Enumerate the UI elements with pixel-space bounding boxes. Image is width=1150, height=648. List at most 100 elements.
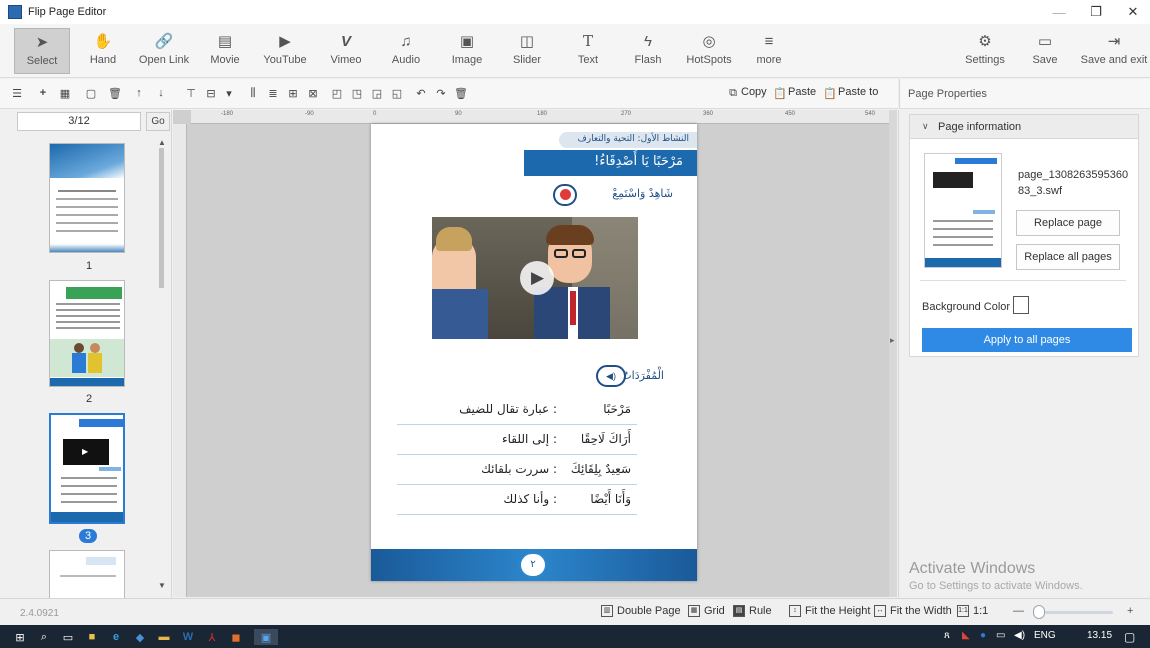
save-and-exit-button[interactable]: ⇥ Save and exit — [1080, 28, 1148, 74]
people-icon[interactable]: ጸ — [944, 630, 950, 641]
zoom-out-button[interactable]: — — [1013, 605, 1024, 617]
actual-size-button[interactable]: 1:1 1:1 — [957, 605, 988, 617]
page-thumbnail-4[interactable] — [49, 550, 125, 598]
youtube-button[interactable]: ▶ YouTube — [257, 28, 313, 74]
search-icon[interactable]: ⌕ — [36, 629, 52, 645]
pdf-icon[interactable]: ⅄ — [204, 629, 220, 645]
apply-to-all-pages-button[interactable]: Apply to all pages — [922, 328, 1132, 352]
bluetooth-icon[interactable]: ● — [980, 630, 986, 641]
align-top-icon[interactable]: ⊤ — [184, 86, 198, 100]
thumb-text-line — [933, 244, 993, 246]
replace-all-pages-button[interactable]: Replace all pages — [1016, 244, 1120, 270]
character-left-suit — [432, 289, 488, 339]
collapse-arrow-icon[interactable]: ▸ — [890, 335, 895, 346]
minimize-button[interactable]: — — [1039, 0, 1079, 24]
replace-page-button[interactable]: Replace page — [1016, 210, 1120, 236]
speaker-icon[interactable]: ◀) — [596, 365, 626, 387]
save-button[interactable]: ▭ Save — [1017, 28, 1073, 74]
windows-start-icon[interactable]: ⊞ — [12, 629, 28, 645]
send-backward-icon[interactable]: ◲ — [370, 86, 384, 100]
insert-page-icon[interactable]: ▦ — [58, 86, 72, 100]
paste-to-button[interactable]: Paste to — [838, 86, 878, 98]
delete-page-icon[interactable]: 🗑 — [108, 86, 122, 100]
bring-front-icon[interactable]: ◰ — [330, 86, 344, 100]
app-icon-1[interactable]: ◆ — [132, 629, 148, 645]
actual-size-label: 1:1 — [973, 605, 989, 617]
scroll-up-icon[interactable]: ▲ — [158, 138, 166, 147]
video-frame[interactable]: ▶ — [432, 217, 638, 339]
thumbnail-scrollbar[interactable]: ▲ ▼ — [158, 138, 166, 593]
notification-icon[interactable]: ▢ — [1124, 630, 1135, 644]
clock[interactable]: 13.15 — [1087, 630, 1112, 641]
page-number-input[interactable]: 3/12 — [17, 112, 141, 131]
add-page-icon[interactable]: + — [36, 86, 50, 100]
vimeo-button[interactable]: V Vimeo — [318, 28, 374, 74]
fit-height-button[interactable]: ↕ Fit the Height — [789, 605, 870, 617]
align-bottom-icon[interactable]: ▾ — [222, 86, 236, 100]
page-information-header[interactable]: ∨ Page information — [910, 115, 1138, 139]
select-tool-button[interactable]: ➤ Select — [14, 28, 70, 74]
page-thumbnail-3[interactable]: ▶ — [49, 413, 125, 524]
distribute-v-icon[interactable]: ≣ — [266, 86, 280, 100]
more-button[interactable]: ≡ more — [741, 28, 797, 74]
zoom-in-button[interactable]: + — [1127, 605, 1133, 617]
background-color-swatch[interactable] — [1013, 296, 1029, 314]
fit-width-button[interactable]: ↔ Fit the Width — [874, 605, 952, 617]
language-indicator[interactable]: ENG — [1034, 630, 1056, 641]
double-page-toggle[interactable]: ▥ Double Page — [601, 605, 681, 617]
right-splitter[interactable]: ▸ — [889, 110, 897, 597]
paste-button[interactable]: Paste — [788, 86, 816, 98]
volume-icon[interactable]: ◀) — [1014, 630, 1025, 641]
hotspots-button[interactable]: ◎ HotSpots — [681, 28, 737, 74]
delete-icon[interactable]: 🗑 — [454, 86, 468, 100]
word-icon[interactable]: W — [180, 629, 196, 645]
restore-button[interactable]: ❐ — [1076, 0, 1116, 24]
page-canvas[interactable]: النشاط الأول: التحية والتعارف مَرْحَبًا … — [371, 124, 697, 581]
edge-browser-icon[interactable]: e — [108, 629, 124, 645]
redo-icon[interactable]: ↷ — [434, 86, 448, 100]
app-icon-2[interactable]: ◼ — [228, 629, 244, 645]
go-button[interactable]: Go — [146, 112, 170, 131]
window-title: Flip Page Editor — [28, 6, 107, 18]
task-view-icon[interactable]: ▭ — [60, 629, 76, 645]
flip-editor-taskbar-icon[interactable]: ▣ — [254, 629, 278, 645]
store-icon[interactable]: ■ — [84, 629, 100, 645]
flash-button[interactable]: ϟ Flash — [620, 28, 676, 74]
scroll-down-icon[interactable]: ▼ — [158, 581, 166, 590]
audio-button[interactable]: ♫ Audio — [378, 28, 434, 74]
undo-icon[interactable]: ↶ — [414, 86, 428, 100]
send-back-icon[interactable]: ◱ — [390, 86, 404, 100]
move-down-icon[interactable]: ↓ — [154, 86, 168, 100]
open-link-button[interactable]: 🔗 Open Link — [136, 28, 192, 74]
move-up-icon[interactable]: ↑ — [132, 86, 146, 100]
settings-button[interactable]: ⚙ Settings — [957, 28, 1013, 74]
copy-button[interactable]: Copy — [741, 86, 767, 98]
movie-button[interactable]: ▤ Movie — [197, 28, 253, 74]
align-middle-icon[interactable]: ⊟ — [204, 86, 218, 100]
zoom-slider-track[interactable] — [1033, 611, 1113, 614]
copy-page-icon[interactable]: ▢ — [84, 86, 98, 100]
close-button[interactable]: ✕ — [1113, 0, 1150, 24]
distribute-h-icon[interactable]: ⫼ — [246, 86, 260, 100]
bring-forward-icon[interactable]: ◳ — [350, 86, 364, 100]
same-width-icon[interactable]: ⊞ — [286, 86, 300, 100]
text-button[interactable]: T Text — [560, 28, 616, 74]
image-button[interactable]: ▣ Image — [439, 28, 495, 74]
page-thumbnail-1[interactable] — [49, 143, 125, 253]
hand-tool-button[interactable]: ✋ Hand — [75, 28, 131, 74]
left-splitter[interactable] — [172, 110, 179, 597]
slider-button[interactable]: ◫ Slider — [499, 28, 555, 74]
grid-toggle[interactable]: ▦ Grid — [688, 605, 725, 617]
scrollbar-thumb[interactable] — [159, 148, 164, 288]
lesson-banner[interactable]: مَرْحَبًا يَا أَصْدِقَاءُ! — [524, 150, 697, 176]
network-icon[interactable]: ◣ — [962, 630, 970, 641]
zoom-slider-handle[interactable] — [1033, 605, 1045, 619]
rule-toggle[interactable]: ▤ Rule — [733, 605, 772, 617]
editor-canvas[interactable]: -180 -90 0 90 180 270 360 450 540 النشاط… — [173, 110, 889, 597]
file-explorer-icon[interactable]: ▬ — [156, 629, 172, 645]
grid-label: Grid — [704, 605, 725, 617]
list-icon[interactable]: ☰ — [10, 86, 24, 100]
same-height-icon[interactable]: ⊠ — [306, 86, 320, 100]
battery-icon[interactable]: ▭ — [996, 630, 1005, 641]
page-thumbnail-2[interactable] — [49, 280, 125, 387]
